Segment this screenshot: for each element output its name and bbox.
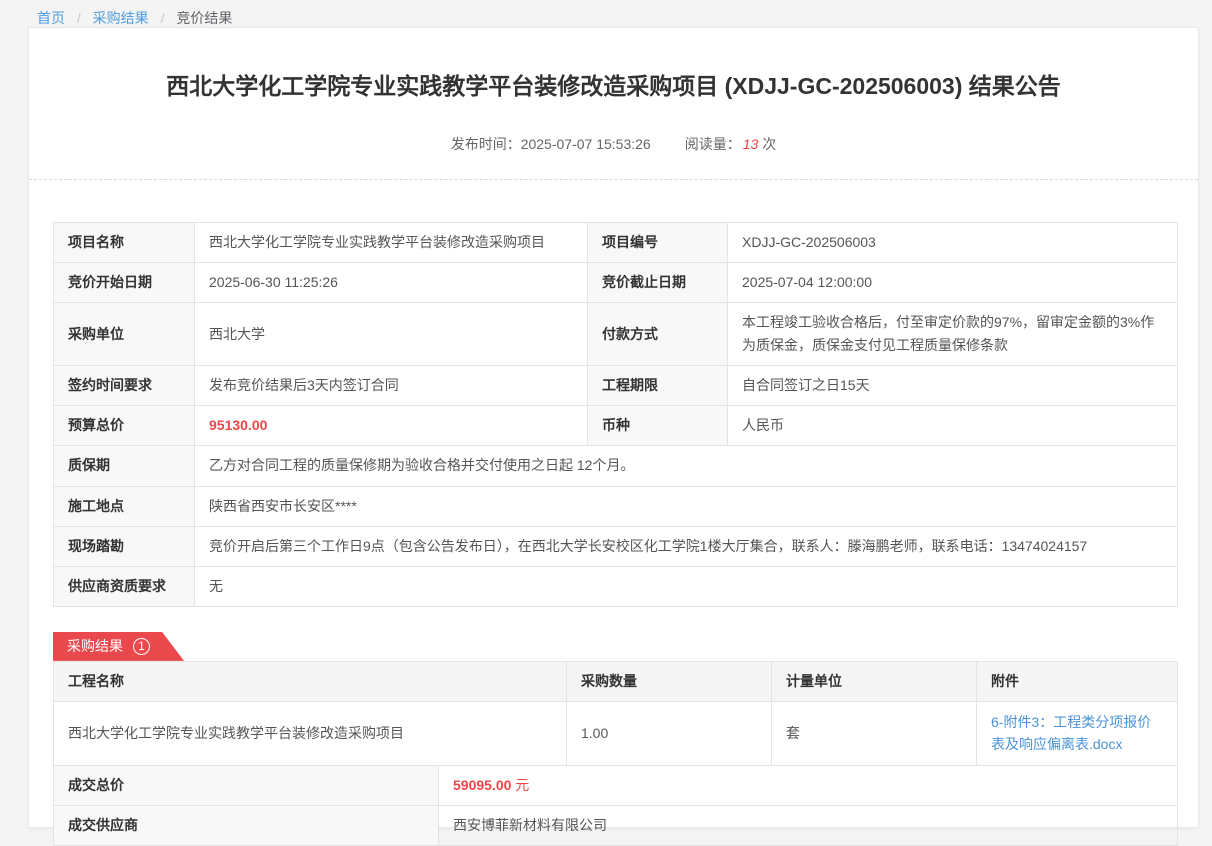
breadcrumb-separator: / [161, 10, 165, 26]
result-table-row: 西北大学化工学院专业实践教学平台装修改造采购项目 1.00 套 6-附件3：工程… [54, 701, 1178, 765]
supplier-value: 西安博菲新材料有限公司 [439, 805, 1178, 845]
table-row: 质保期 乙方对合同工程的质量保修期为验收合格并交付使用之日起 12个月。 [54, 446, 1178, 486]
breadcrumb-home-link[interactable]: 首页 [37, 10, 65, 26]
field-label: 付款方式 [588, 303, 728, 366]
supplier-label: 成交供应商 [54, 805, 439, 845]
field-value: 竞价开启后第三个工作日9点（包含公告发布日），在西北大学长安校区化工学院1楼大厅… [195, 526, 1178, 566]
field-value: 陕西省西安市长安区**** [195, 486, 1178, 526]
breadcrumb-procurement-results-link[interactable]: 采购结果 [93, 10, 149, 26]
field-label: 施工地点 [54, 486, 195, 526]
result-table-header-row: 工程名称 采购数量 计量单位 附件 [54, 661, 1178, 701]
result-badge-label: 采购结果 [67, 636, 123, 656]
breadcrumb-separator: / [77, 10, 81, 26]
field-label: 项目编号 [588, 222, 728, 262]
column-header: 采购数量 [567, 661, 772, 701]
table-row: 预算总价 95130.00 币种 人民币 [54, 406, 1178, 446]
field-label: 工程期限 [588, 366, 728, 406]
field-value: 无 [195, 566, 1178, 606]
field-value: 自合同签订之日15天 [728, 366, 1178, 406]
result-summary-table: 成交总价 59095.00 元 成交供应商 西安博菲新材料有限公司 [53, 765, 1178, 846]
field-label: 预算总价 [54, 406, 195, 446]
field-label: 采购单位 [54, 303, 195, 366]
field-label: 竞价截止日期 [588, 262, 728, 302]
field-label: 供应商资质要求 [54, 566, 195, 606]
deal-total-label: 成交总价 [54, 765, 439, 805]
field-value: 人民币 [728, 406, 1178, 446]
field-value: 发布竞价结果后3天内签订合同 [195, 366, 588, 406]
publish-time-label: 发布时间： [451, 136, 521, 152]
views-unit: 次 [762, 136, 776, 152]
views-count: 13 [743, 136, 759, 152]
table-row: 现场踏勘 竞价开启后第三个工作日9点（包含公告发布日），在西北大学长安校区化工学… [54, 526, 1178, 566]
column-header: 附件 [977, 661, 1178, 701]
field-value: 本工程竣工验收合格后，付至审定价款的97%，留审定金额的3%作为质保金，质保金支… [728, 303, 1178, 366]
field-label: 项目名称 [54, 222, 195, 262]
field-value: 2025-07-04 12:00:00 [728, 262, 1178, 302]
result-section-badge: 采购结果 1 [53, 632, 184, 661]
breadcrumb: 首页 / 采购结果 / 竞价结果 [37, 8, 232, 28]
field-label: 币种 [588, 406, 728, 446]
attachment-cell: 6-附件3：工程类分项报价表及响应偏离表.docx [977, 701, 1178, 765]
unit-cell: 套 [772, 701, 977, 765]
project-info-table: 项目名称 西北大学化工学院专业实践教学平台装修改造采购项目 项目编号 XDJJ-… [53, 222, 1178, 607]
field-label: 签约时间要求 [54, 366, 195, 406]
table-row: 施工地点 陕西省西安市长安区**** [54, 486, 1178, 526]
field-value: 乙方对合同工程的质量保修期为验收合格并交付使用之日起 12个月。 [195, 446, 1178, 486]
result-count-badge: 1 [133, 638, 150, 655]
announcement-card: 西北大学化工学院专业实践教学平台装修改造采购项目 (XDJJ-GC-202506… [28, 27, 1199, 828]
column-header: 计量单位 [772, 661, 977, 701]
result-table: 工程名称 采购数量 计量单位 附件 西北大学化工学院专业实践教学平台装修改造采购… [53, 661, 1178, 766]
quantity-cell: 1.00 [567, 701, 772, 765]
field-value: 西北大学 [195, 303, 588, 366]
table-row: 项目名称 西北大学化工学院专业实践教学平台装修改造采购项目 项目编号 XDJJ-… [54, 222, 1178, 262]
breadcrumb-current-page: 竞价结果 [176, 10, 232, 26]
table-row: 供应商资质要求 无 [54, 566, 1178, 606]
field-label: 质保期 [54, 446, 195, 486]
page-title: 西北大学化工学院专业实践教学平台装修改造采购项目 (XDJJ-GC-202506… [79, 72, 1148, 102]
publish-time-value: 2025-07-07 15:53:26 [521, 136, 651, 152]
table-row: 采购单位 西北大学 付款方式 本工程竣工验收合格后，付至审定价款的97%，留审定… [54, 303, 1178, 366]
budget-total-value: 95130.00 [195, 406, 588, 446]
deal-total-value: 59095.00 元 [439, 765, 1178, 805]
field-value: 西北大学化工学院专业实践教学平台装修改造采购项目 [195, 222, 588, 262]
article-meta: 发布时间：2025-07-07 15:53:26 阅读量：13次 [29, 134, 1198, 154]
table-row: 成交总价 59095.00 元 [54, 765, 1178, 805]
table-row: 成交供应商 西安博菲新材料有限公司 [54, 805, 1178, 845]
field-label: 竞价开始日期 [54, 262, 195, 302]
field-value: XDJJ-GC-202506003 [728, 222, 1178, 262]
attachment-link[interactable]: 6-附件3：工程类分项报价表及响应偏离表.docx [991, 714, 1151, 752]
column-header: 工程名称 [54, 661, 567, 701]
field-value: 2025-06-30 11:25:26 [195, 262, 588, 302]
field-label: 现场踏勘 [54, 526, 195, 566]
table-row: 竞价开始日期 2025-06-30 11:25:26 竞价截止日期 2025-0… [54, 262, 1178, 302]
page: 首页 / 采购结果 / 竞价结果 西北大学化工学院专业实践教学平台装修改造采购项… [0, 0, 1212, 840]
project-name-cell: 西北大学化工学院专业实践教学平台装修改造采购项目 [54, 701, 567, 765]
table-row: 签约时间要求 发布竞价结果后3天内签订合同 工程期限 自合同签订之日15天 [54, 366, 1178, 406]
views-label: 阅读量： [685, 136, 741, 152]
section-divider [29, 179, 1198, 180]
